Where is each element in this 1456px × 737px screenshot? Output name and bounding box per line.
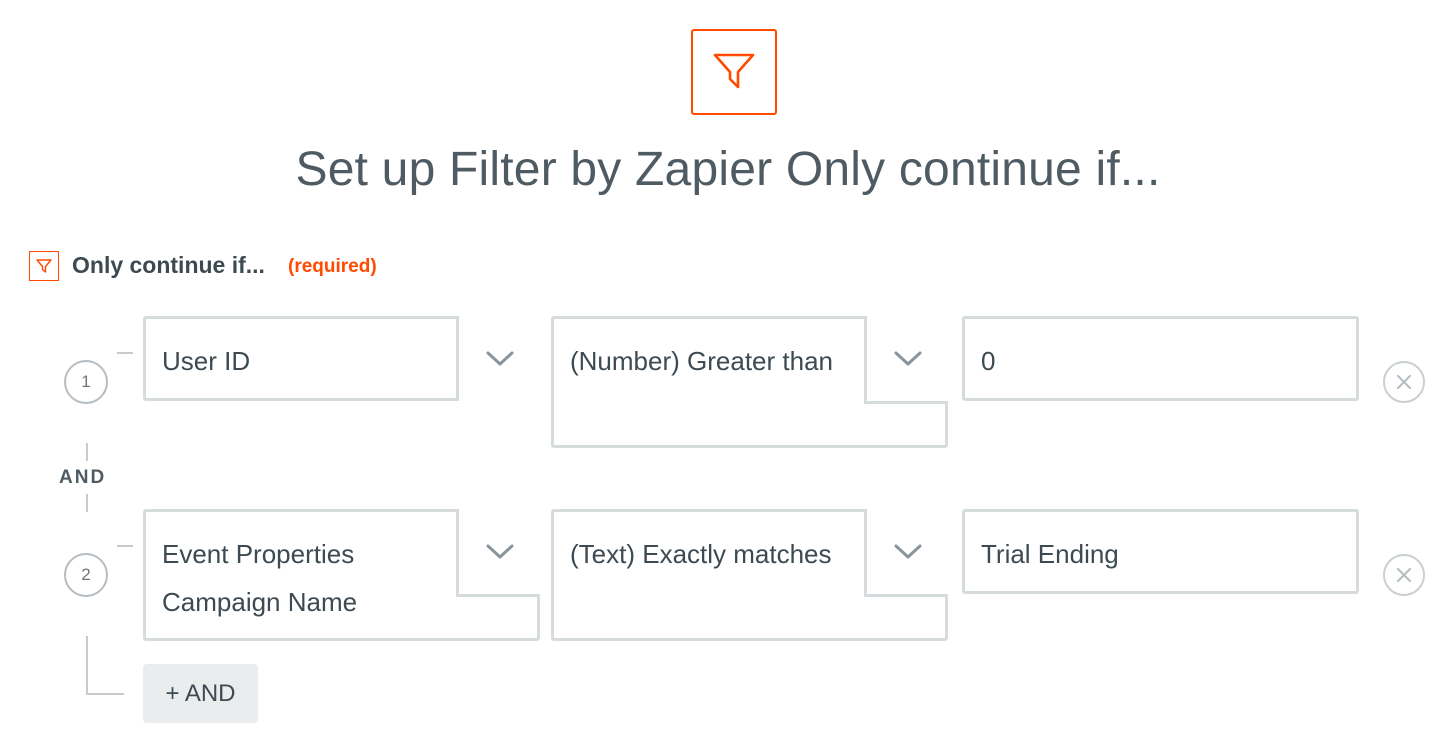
rule-2-number: 2 xyxy=(64,553,108,597)
section-filter-icon-box xyxy=(29,251,59,281)
add-and-button[interactable]: + AND xyxy=(143,664,258,723)
rule-2-field-value: Event Properties Campaign Name xyxy=(162,539,358,617)
rule-1-value-input[interactable]: 0 xyxy=(962,316,1359,401)
rule-2-condition-dropdown[interactable] xyxy=(864,509,948,597)
rule-1-value-text: 0 xyxy=(981,346,996,376)
filter-icon xyxy=(713,53,755,89)
rule-1-condition-dropdown[interactable] xyxy=(864,316,948,404)
and-line-top xyxy=(86,443,88,461)
rule-2-remove-button[interactable] xyxy=(1383,554,1425,596)
required-badge: (required) xyxy=(288,256,377,277)
add-line-vertical xyxy=(86,636,88,694)
rule-1-connector xyxy=(117,352,133,354)
rule-2-condition-select[interactable]: (Text) Exactly matches xyxy=(551,509,948,641)
rule-2-connector xyxy=(117,545,133,547)
rule-2-field-select[interactable]: Event Properties Campaign Name xyxy=(143,509,540,641)
section-label: Only continue if... xyxy=(72,252,265,278)
rule-1-condition-select[interactable]: (Number) Greater than xyxy=(551,316,948,448)
rule-2-value-input[interactable]: Trial Ending xyxy=(962,509,1359,594)
rule-1-field-dropdown[interactable] xyxy=(456,316,540,401)
rule-1-condition-value: (Number) Greater than xyxy=(570,346,833,376)
and-line-bottom xyxy=(86,494,88,512)
chevron-down-icon xyxy=(486,544,513,558)
add-line-horizontal xyxy=(86,693,124,695)
chevron-down-icon xyxy=(486,351,513,365)
rule-1-field-select[interactable]: User ID xyxy=(143,316,540,401)
rule-2-condition-value: (Text) Exactly matches xyxy=(570,539,832,569)
filter-app-icon xyxy=(691,29,777,115)
close-icon xyxy=(1397,375,1411,389)
chevron-down-icon xyxy=(894,351,921,365)
chevron-down-icon xyxy=(894,544,921,558)
rule-2-value-text: Trial Ending xyxy=(981,539,1119,569)
rule-2-field-dropdown[interactable] xyxy=(456,509,540,597)
filter-icon xyxy=(36,259,52,273)
close-icon xyxy=(1397,568,1411,582)
page-title: Set up Filter by Zapier Only continue if… xyxy=(295,143,1161,196)
rule-1-remove-button[interactable] xyxy=(1383,361,1425,403)
rule-1-field-value: User ID xyxy=(162,346,251,376)
rule-1-number: 1 xyxy=(64,360,108,404)
and-connector-label: AND xyxy=(59,467,107,488)
